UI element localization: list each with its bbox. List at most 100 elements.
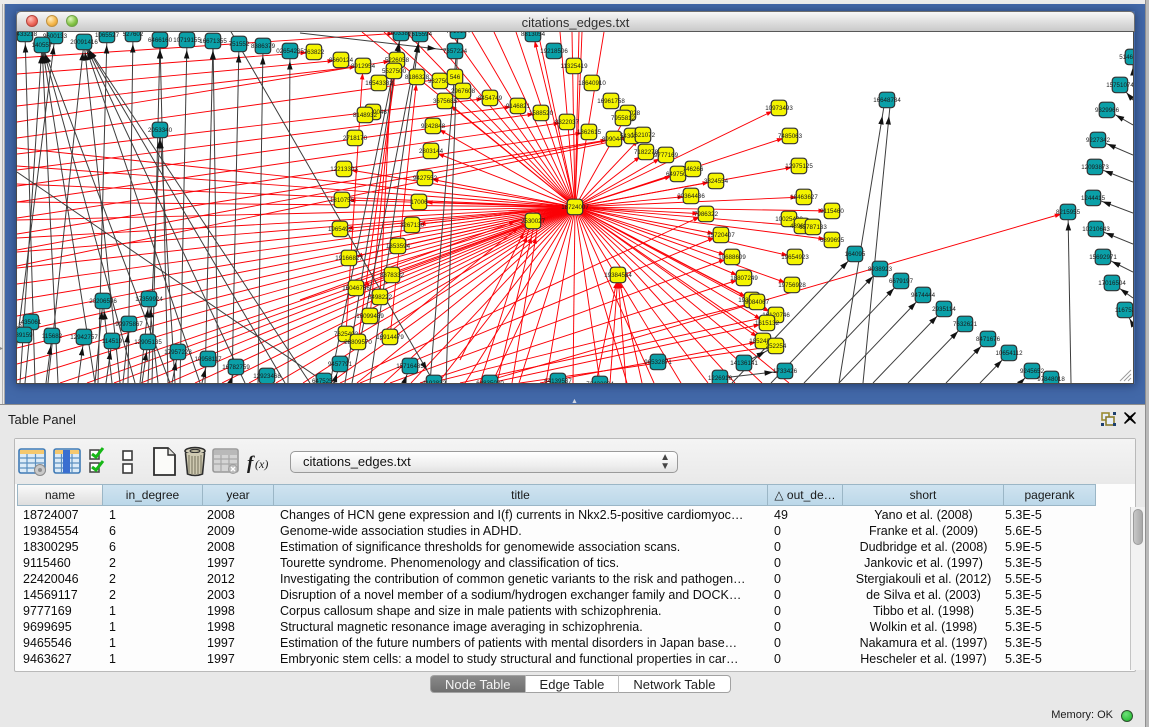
- svg-text:16046766: 16046766: [342, 285, 370, 292]
- svg-text:0433218: 0433218: [17, 32, 38, 38]
- svg-text:2803144: 2803144: [419, 148, 444, 155]
- svg-text:16782759: 16782759: [222, 364, 250, 371]
- svg-text:9245652: 9245652: [1020, 368, 1045, 375]
- svg-text:9474444: 9474444: [911, 292, 936, 299]
- svg-text:14136141: 14136141: [730, 360, 758, 367]
- svg-text:51462704: 51462704: [1119, 54, 1133, 61]
- svg-text:18807249: 18807249: [730, 275, 758, 282]
- svg-text:10210643: 10210643: [1082, 226, 1110, 233]
- svg-text:16543382: 16543382: [365, 80, 393, 87]
- svg-text:3267130: 3267130: [400, 222, 425, 229]
- svg-text:8813054: 8813054: [521, 32, 546, 38]
- svg-text:10719155: 10719155: [173, 37, 201, 44]
- svg-text:12942757: 12942757: [70, 334, 98, 341]
- svg-text:15751074: 15751074: [1106, 82, 1133, 89]
- svg-text:435061: 435061: [21, 319, 42, 326]
- svg-text:1615594: 1615594: [408, 32, 433, 38]
- svg-text:2935114: 2935114: [932, 306, 956, 313]
- svg-text:65787133: 65787133: [799, 224, 827, 231]
- svg-text:8912954: 8912954: [351, 63, 376, 70]
- svg-text:18640910: 18640910: [578, 80, 606, 87]
- svg-text:(x): (x): [255, 457, 268, 471]
- svg-text:20091416: 20091416: [70, 39, 98, 46]
- svg-text:16099489: 16099489: [356, 313, 384, 320]
- svg-text:9146821: 9146821: [506, 103, 531, 110]
- svg-text:18463627: 18463627: [790, 194, 818, 201]
- svg-text:28809570: 28809570: [344, 339, 372, 346]
- svg-text:6466160: 6466160: [148, 37, 173, 44]
- svg-text:39159: 39159: [17, 332, 33, 339]
- svg-text:8322037: 8322037: [555, 119, 580, 126]
- svg-text:20206576: 20206576: [89, 298, 117, 305]
- svg-text:2530027: 2530027: [521, 218, 546, 225]
- svg-text:546: 546: [450, 74, 461, 81]
- svg-text:7632621: 7632621: [953, 321, 978, 328]
- svg-text:9227342: 9227342: [1086, 137, 1111, 144]
- svg-text:19654923: 19654923: [781, 254, 809, 261]
- svg-text:1353594: 1353594: [386, 243, 411, 250]
- svg-text:8660124: 8660124: [329, 57, 354, 64]
- svg-text:72423884: 72423884: [586, 381, 614, 383]
- svg-text:19218506: 19218506: [540, 48, 568, 55]
- svg-text:9777169: 9777169: [654, 152, 679, 159]
- svg-text:1226916: 1226916: [708, 375, 733, 382]
- svg-text:16648784: 16648784: [873, 97, 901, 104]
- svg-text:15716485: 15716485: [396, 363, 424, 370]
- svg-text:1621072: 1621072: [631, 132, 656, 139]
- svg-text:7357224: 7357224: [443, 48, 468, 55]
- svg-text:8215955: 8215955: [1056, 209, 1081, 216]
- svg-text:252254: 252254: [766, 343, 787, 350]
- svg-text:64139537: 64139537: [544, 378, 572, 383]
- svg-text:1244415: 1244415: [1081, 195, 1106, 202]
- svg-text:7986322: 7986322: [694, 211, 719, 218]
- svg-text:17016504: 17016504: [1098, 280, 1126, 287]
- svg-text:10688609: 10688609: [718, 254, 746, 261]
- svg-text:1810755: 1810755: [330, 197, 355, 204]
- svg-text:8878332: 8878332: [380, 272, 405, 279]
- svg-text:8471676: 8471676: [976, 336, 1001, 343]
- svg-text:763822: 763822: [304, 49, 325, 56]
- svg-text:17359924: 17359924: [135, 296, 163, 303]
- svg-text:8148932: 8148932: [353, 112, 378, 119]
- svg-text:9115460: 9115460: [820, 208, 844, 215]
- svg-text:9427552: 9427552: [413, 175, 438, 182]
- svg-text:16914479: 16914479: [376, 334, 404, 341]
- svg-text:140557: 140557: [32, 42, 53, 49]
- svg-text:3675685: 3675685: [433, 98, 458, 105]
- svg-text:6679197: 6679197: [889, 278, 914, 285]
- svg-text:5498222: 5498222: [368, 294, 393, 301]
- svg-text:527602: 527602: [123, 32, 144, 38]
- svg-text:99975867: 99975867: [115, 321, 143, 328]
- svg-text:8454749: 8454749: [478, 95, 503, 102]
- svg-text:20364436: 20364436: [677, 193, 705, 200]
- svg-text:116753: 116753: [1115, 307, 1133, 314]
- svg-text:11325419: 11325419: [560, 63, 588, 70]
- svg-text:1588520: 1588520: [529, 110, 554, 117]
- svg-text:10973493: 10973493: [765, 105, 793, 112]
- svg-text:8386379: 8386379: [251, 43, 276, 50]
- svg-text:18724007: 18724007: [561, 204, 589, 211]
- svg-text:12213303: 12213303: [330, 166, 358, 173]
- svg-text:12093873: 12093873: [1081, 164, 1109, 171]
- svg-text:8186328: 8186328: [405, 74, 430, 81]
- svg-text:1065527: 1065527: [95, 32, 120, 39]
- svg-text:10958117: 10958117: [194, 356, 222, 363]
- svg-text:19384554: 19384554: [604, 272, 632, 279]
- svg-text:9457791: 9457791: [328, 361, 353, 368]
- svg-text:9084067: 9084067: [745, 299, 770, 306]
- svg-text:6899695: 6899695: [820, 237, 845, 244]
- svg-text:15692971: 15692971: [1089, 254, 1117, 261]
- svg-text:8938923: 8938923: [868, 266, 893, 273]
- svg-text:02654235: 02654235: [276, 48, 304, 55]
- svg-text:1615132: 1615132: [755, 320, 780, 327]
- svg-text:7955812: 7955812: [611, 115, 636, 122]
- svg-text:746266: 746266: [683, 166, 704, 173]
- svg-text:2053340: 2053340: [148, 127, 173, 134]
- svg-text:1362615: 1362615: [577, 129, 602, 136]
- svg-text:9242848: 9242848: [421, 123, 446, 130]
- svg-text:3824554: 3824554: [704, 178, 729, 185]
- svg-text:15720407: 15720407: [707, 232, 735, 239]
- svg-text:6475255: 6475255: [312, 378, 337, 383]
- svg-text:9329966: 9329966: [1095, 107, 1120, 114]
- svg-text:f: f: [247, 453, 255, 474]
